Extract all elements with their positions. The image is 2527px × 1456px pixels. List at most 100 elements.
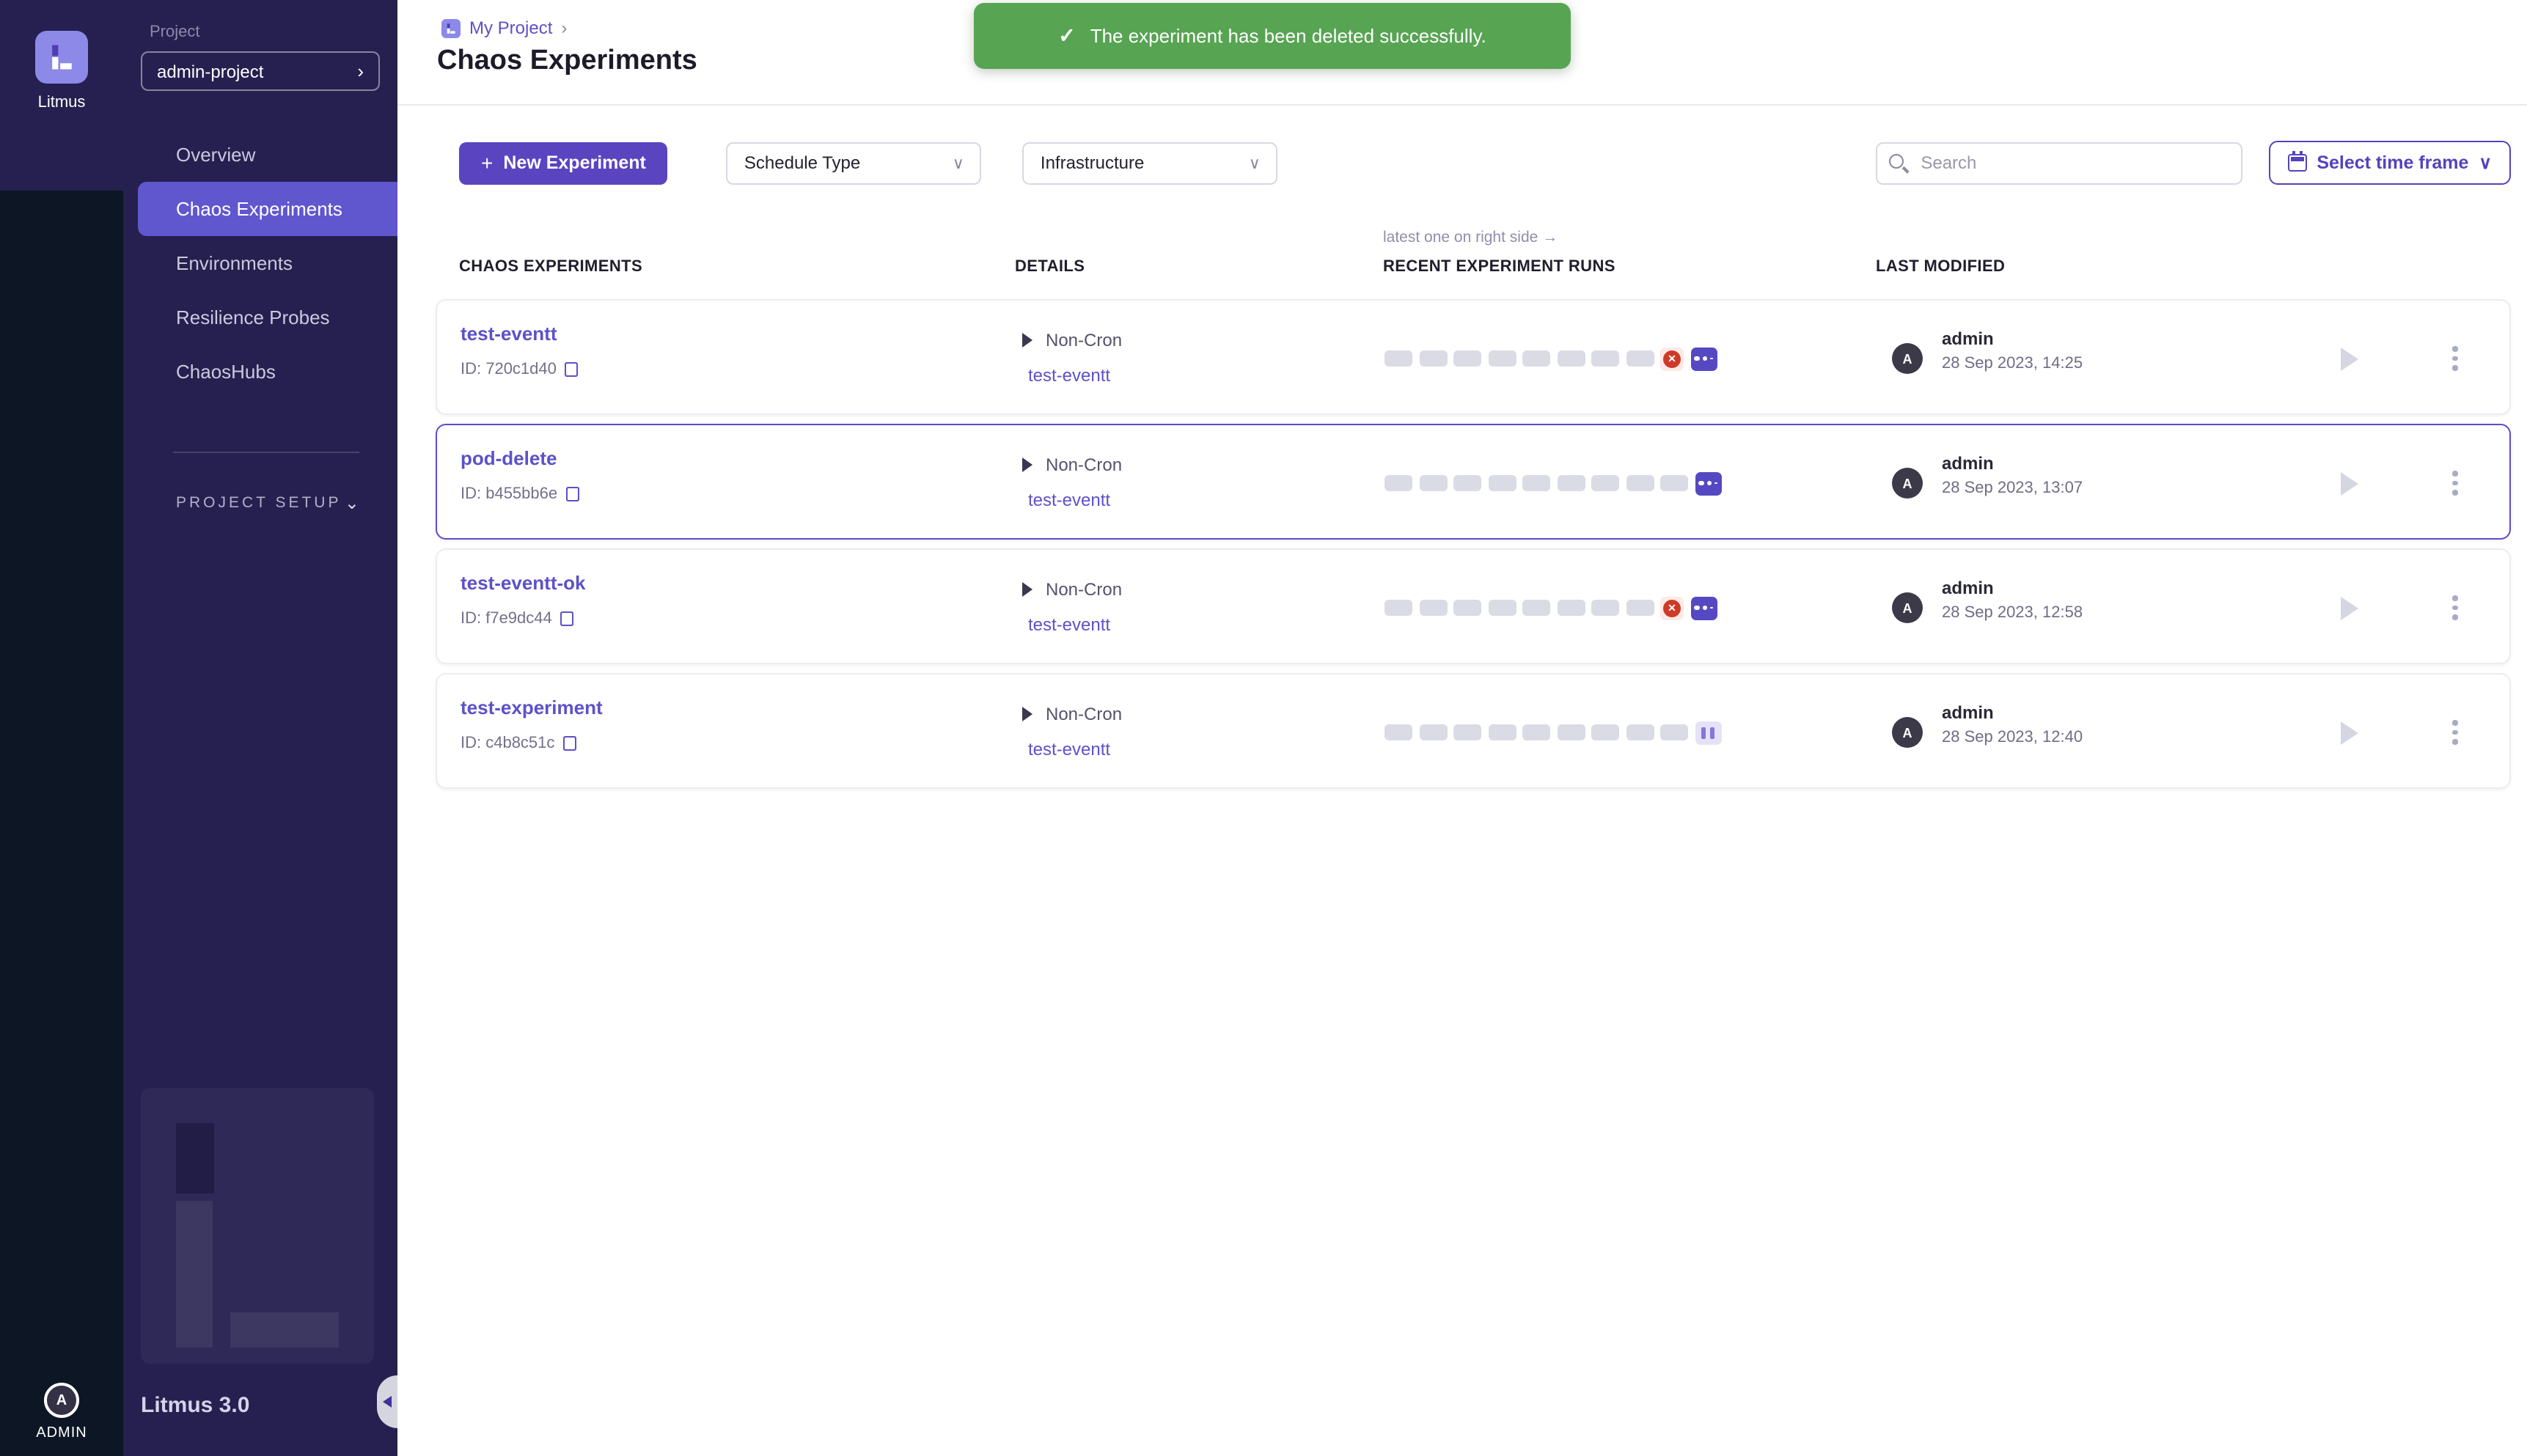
run-status-empty[interactable] xyxy=(1557,475,1585,491)
page-title: Chaos Experiments xyxy=(437,45,697,78)
run-status-empty[interactable] xyxy=(1522,600,1550,616)
run-status-failed[interactable]: ✕ xyxy=(1660,596,1684,619)
new-experiment-button[interactable]: + New Experiment xyxy=(459,141,668,184)
project-setup-label: PROJECT SETUP xyxy=(176,494,342,512)
experiment-template-link[interactable]: test-eventt xyxy=(1028,739,1110,760)
run-status-empty[interactable] xyxy=(1419,475,1447,491)
calendar-icon xyxy=(2287,154,2306,172)
experiment-name-link[interactable]: test-eventt-ok xyxy=(461,572,586,594)
experiment-name-link[interactable]: test-experiment xyxy=(461,696,603,718)
schedule-type: Non-Cron xyxy=(1046,330,1122,350)
run-status-failed[interactable]: ✕ xyxy=(1660,347,1684,370)
row-menu-button[interactable] xyxy=(2449,468,2460,498)
run-status-empty[interactable] xyxy=(1557,350,1585,367)
time-frame-button[interactable]: Select time frame ∨ xyxy=(2268,141,2511,185)
toast-message: The experiment has been deleted successf… xyxy=(1090,25,1486,47)
table-row[interactable]: pod-delete ID: b455bb6e Non-Cron test-ev… xyxy=(436,424,2511,540)
infrastructure-select[interactable]: Infrastructure ∨ xyxy=(1023,141,1278,184)
sidebar-collapse-handle[interactable] xyxy=(377,1375,397,1428)
schedule-type-icon xyxy=(1022,333,1033,348)
modified-by: admin xyxy=(1942,702,1994,723)
run-status-empty[interactable] xyxy=(1522,350,1550,367)
sidebar-item-chaoshubs[interactable]: ChaosHubs xyxy=(123,345,397,399)
litmus-logo-icon[interactable] xyxy=(35,31,88,84)
run-experiment-button[interactable] xyxy=(2341,348,2358,371)
table-row[interactable]: test-eventt-ok ID: f7e9dc44 Non-Cron tes… xyxy=(436,548,2511,664)
experiment-id: ID: 720c1d40 xyxy=(461,361,557,378)
run-status-empty[interactable] xyxy=(1591,724,1619,740)
recent-runs xyxy=(1384,425,1721,541)
modified-date: 28 Sep 2023, 14:25 xyxy=(1942,355,2083,372)
copy-icon[interactable] xyxy=(563,736,576,751)
experiment-template-link[interactable]: test-eventt xyxy=(1028,614,1110,635)
run-status-empty[interactable] xyxy=(1453,724,1481,740)
run-status-empty[interactable] xyxy=(1488,600,1516,616)
project-selector[interactable]: admin-project › xyxy=(141,51,380,91)
run-experiment-button[interactable] xyxy=(2341,597,2358,620)
user-avatar[interactable]: A xyxy=(44,1383,79,1418)
run-status-empty[interactable] xyxy=(1453,475,1481,491)
experiment-name-link[interactable]: test-eventt xyxy=(461,323,557,345)
copy-icon[interactable] xyxy=(566,487,579,501)
avatar: A xyxy=(1892,592,1923,623)
app: Litmus A ADMIN Project admin-project › O… xyxy=(0,0,2527,1456)
run-status-empty[interactable] xyxy=(1419,350,1447,367)
sidebar-item-overview[interactable]: Overview xyxy=(123,128,397,182)
run-status-empty[interactable] xyxy=(1384,724,1412,740)
sidebar-item-resilience-probes[interactable]: Resilience Probes xyxy=(123,290,397,345)
run-status-empty[interactable] xyxy=(1660,724,1688,740)
search-input[interactable] xyxy=(1875,141,2242,184)
column-header-details: DETAILS xyxy=(1015,258,1085,276)
run-experiment-button[interactable] xyxy=(2341,721,2358,745)
run-status-empty[interactable] xyxy=(1591,350,1619,367)
run-status-empty[interactable] xyxy=(1626,600,1654,616)
run-status-running[interactable] xyxy=(1690,347,1717,370)
run-status-empty[interactable] xyxy=(1557,600,1585,616)
brand-block: Litmus xyxy=(0,0,123,191)
copy-icon[interactable] xyxy=(561,611,574,626)
run-status-empty[interactable] xyxy=(1522,475,1550,491)
run-status-empty[interactable] xyxy=(1626,724,1654,740)
breadcrumb-link[interactable]: My Project xyxy=(469,18,552,38)
run-status-empty[interactable] xyxy=(1488,724,1516,740)
table-row[interactable]: test-experiment ID: c4b8c51c Non-Cron te… xyxy=(436,673,2511,789)
experiment-template-link[interactable]: test-eventt xyxy=(1028,365,1110,386)
sidebar-nav: Overview Chaos Experiments Environments … xyxy=(123,128,397,399)
run-status-empty[interactable] xyxy=(1488,475,1516,491)
run-status-running[interactable] xyxy=(1695,471,1721,495)
run-status-empty[interactable] xyxy=(1453,600,1481,616)
sidebar-item-environments[interactable]: Environments xyxy=(123,236,397,290)
run-status-empty[interactable] xyxy=(1453,350,1481,367)
run-status-empty[interactable] xyxy=(1557,724,1585,740)
copy-icon[interactable] xyxy=(565,362,579,377)
run-status-empty[interactable] xyxy=(1591,600,1619,616)
modified-by: admin xyxy=(1942,453,1994,474)
run-status-empty[interactable] xyxy=(1522,724,1550,740)
schedule-type-select[interactable]: Schedule Type ∨ xyxy=(727,141,982,184)
sidebar-item-chaos-experiments[interactable]: Chaos Experiments xyxy=(138,182,397,236)
project-setup-toggle[interactable]: PROJECT SETUP ⌄ xyxy=(123,493,397,513)
run-status-empty[interactable] xyxy=(1626,350,1654,367)
run-status-empty[interactable] xyxy=(1419,600,1447,616)
row-menu-button[interactable] xyxy=(2449,343,2460,373)
user-menu[interactable]: A ADMIN xyxy=(0,1383,123,1441)
run-status-empty[interactable] xyxy=(1591,475,1619,491)
run-status-empty[interactable] xyxy=(1384,475,1412,491)
experiment-id: ID: b455bb6e xyxy=(461,485,557,503)
run-experiment-button[interactable] xyxy=(2341,472,2358,496)
run-status-empty[interactable] xyxy=(1488,350,1516,367)
chevron-down-icon: ∨ xyxy=(953,153,964,172)
run-status-empty[interactable] xyxy=(1384,600,1412,616)
run-status-empty[interactable] xyxy=(1419,724,1447,740)
experiment-name-link[interactable]: pod-delete xyxy=(461,447,557,469)
run-status-empty[interactable] xyxy=(1660,475,1688,491)
run-status-empty[interactable] xyxy=(1384,350,1412,367)
run-status-empty[interactable] xyxy=(1626,475,1654,491)
run-status-paused[interactable] xyxy=(1695,721,1721,744)
table-row[interactable]: test-eventt ID: 720c1d40 Non-Cron test-e… xyxy=(436,299,2511,415)
recent-runs xyxy=(1384,674,1721,790)
row-menu-button[interactable] xyxy=(2449,717,2460,747)
experiment-template-link[interactable]: test-eventt xyxy=(1028,490,1110,510)
row-menu-button[interactable] xyxy=(2449,592,2460,622)
run-status-running[interactable] xyxy=(1690,596,1717,619)
